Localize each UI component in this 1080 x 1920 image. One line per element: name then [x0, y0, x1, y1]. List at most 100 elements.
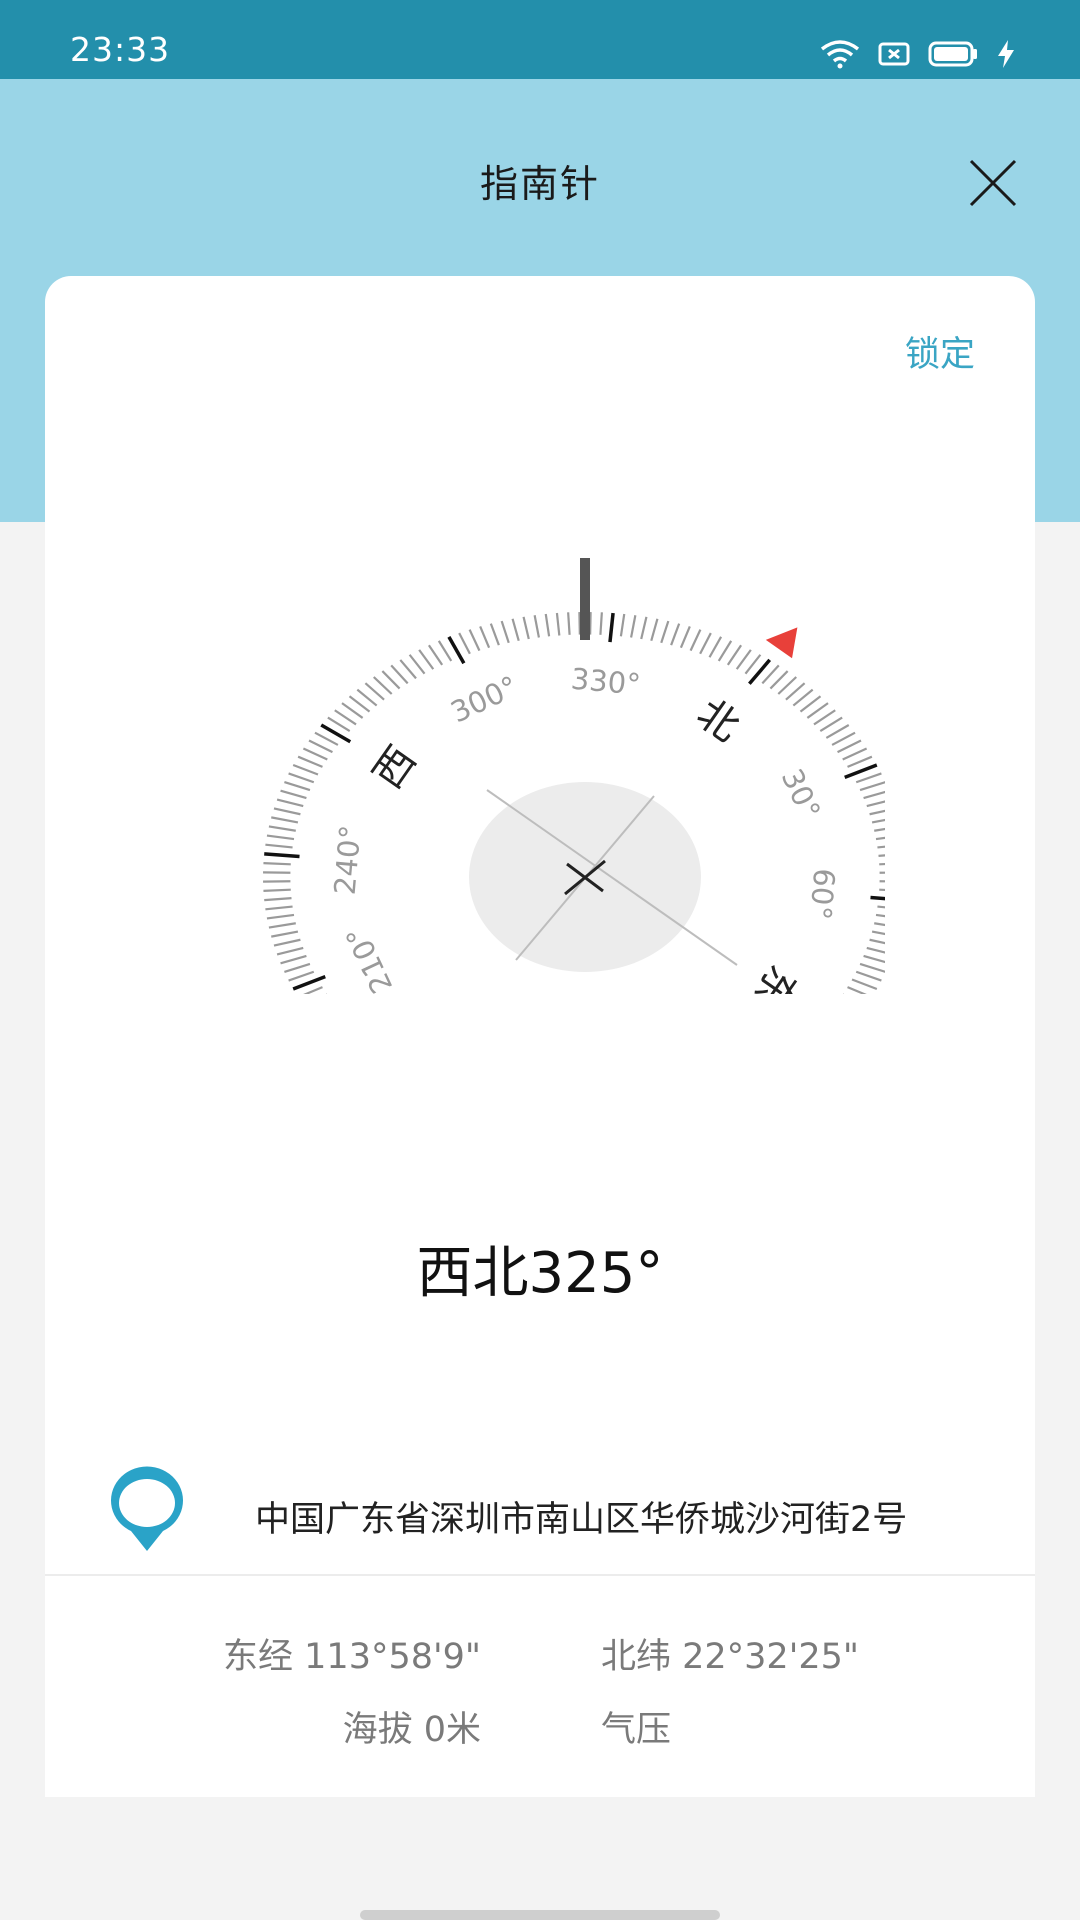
compass-tick — [273, 938, 301, 947]
compass-tick — [650, 618, 659, 642]
compass-dial: 北东南西 30°60°120°150°210°240°300°330° — [263, 558, 885, 994]
compass-degree-label: 300° — [445, 669, 523, 729]
location-pin-icon — [111, 1466, 183, 1551]
compass-tick — [769, 670, 789, 690]
compass-tick — [806, 702, 829, 719]
compass-tick — [871, 818, 885, 824]
compass-tick — [878, 854, 885, 857]
compass-tick — [427, 644, 444, 666]
divider — [45, 1574, 1035, 1576]
compass-tick — [266, 913, 295, 920]
compass-tick — [871, 930, 885, 936]
compass-tick — [670, 623, 681, 646]
compass-tick — [468, 629, 481, 652]
compass-tick — [855, 772, 882, 784]
heading-readout: 西北325° — [416, 1241, 664, 1306]
compass-tick — [544, 613, 551, 637]
compass-tick — [866, 800, 885, 808]
compass-tick — [813, 709, 836, 726]
compass-tick — [863, 954, 885, 964]
compass-tick — [708, 636, 723, 658]
compass-tick — [408, 654, 426, 675]
compass-tick — [292, 763, 319, 776]
compass-tick — [437, 640, 453, 662]
compass-tick — [717, 640, 733, 662]
compass-tick — [264, 897, 292, 902]
compass-tick — [819, 716, 843, 733]
compass-major-tick — [264, 852, 300, 859]
compass-tick — [640, 616, 648, 640]
pressure-label: 气压 — [601, 1710, 672, 1750]
compass-tick — [859, 962, 885, 973]
compass-tick — [280, 954, 307, 965]
compass-label-east: 东 — [745, 957, 806, 994]
compass-tick — [863, 790, 885, 800]
location-row: 中国广东省深圳市南山区华侨城沙河街2号 — [107, 1461, 1027, 1561]
compass-tick — [837, 739, 862, 754]
compass-tick — [851, 978, 878, 991]
compass-tick — [875, 913, 885, 918]
compass-tick — [263, 888, 291, 892]
compass-tick — [372, 676, 393, 695]
compass-tick — [874, 922, 885, 927]
compass-tick — [288, 772, 315, 784]
compass-degree-label: 210° — [339, 921, 399, 994]
compass-tick — [735, 649, 752, 670]
compass-tick — [855, 970, 882, 982]
status-bar: 23:33 — [0, 0, 1080, 79]
compass-tick — [599, 612, 603, 635]
compass-tick — [699, 632, 712, 655]
compass-tick — [842, 747, 868, 761]
compass-degree-label: 330° — [569, 662, 642, 702]
compass-tick — [489, 623, 500, 646]
longitude-label: 东经 113°58'9" — [223, 1637, 481, 1677]
compass-tick — [630, 615, 637, 638]
compass-tick — [555, 612, 561, 636]
compass-tick — [273, 807, 301, 816]
compass-tick — [479, 626, 491, 649]
close-icon — [969, 159, 1017, 207]
compass-tick — [303, 986, 323, 994]
compass-major-tick — [870, 895, 885, 901]
compass-tick — [879, 888, 885, 892]
compass-tick — [567, 612, 571, 635]
compass-degree-label: 240° — [328, 824, 368, 897]
compass-tick — [271, 816, 299, 824]
compass-tick — [297, 755, 323, 768]
compass-tick — [390, 664, 409, 685]
compass-tick — [266, 834, 295, 841]
compass-tick — [689, 629, 702, 652]
compass-tick — [533, 615, 540, 638]
compass-tick — [458, 632, 471, 655]
compass-tick — [847, 755, 873, 768]
status-time: 23:33 — [70, 30, 171, 69]
compass-card: 锁定 北东南西 30°60°120°150°210°240°300°330° 西… — [45, 276, 1035, 1797]
compass-tick — [679, 626, 691, 649]
compass-tick — [869, 938, 885, 945]
compass-tick — [276, 798, 304, 808]
compass-tick — [381, 670, 401, 690]
compass-tick — [877, 905, 885, 909]
compass-tick — [302, 747, 328, 761]
compass-tick — [341, 702, 364, 719]
compass-tick — [825, 724, 850, 739]
compass-tick — [879, 862, 885, 866]
home-indicator — [360, 1910, 720, 1920]
compass-tick — [284, 962, 311, 974]
lock-button[interactable]: 锁定 — [905, 326, 975, 377]
compass-tick — [874, 827, 885, 832]
compass-tick — [660, 620, 670, 644]
compass-tick — [265, 843, 293, 849]
charging-icon — [998, 40, 1014, 68]
compass-tick — [268, 825, 296, 832]
compass-degree-label: 30° — [775, 764, 828, 825]
compass-tick — [334, 709, 357, 726]
close-button[interactable] — [963, 153, 1023, 213]
compass-tick — [619, 613, 626, 637]
compass-tick — [271, 930, 299, 938]
compass-tick — [869, 809, 885, 816]
compass-tick — [866, 946, 885, 954]
compass-tick — [831, 731, 856, 746]
status-icons — [820, 36, 1016, 72]
compass-tick — [875, 836, 885, 841]
